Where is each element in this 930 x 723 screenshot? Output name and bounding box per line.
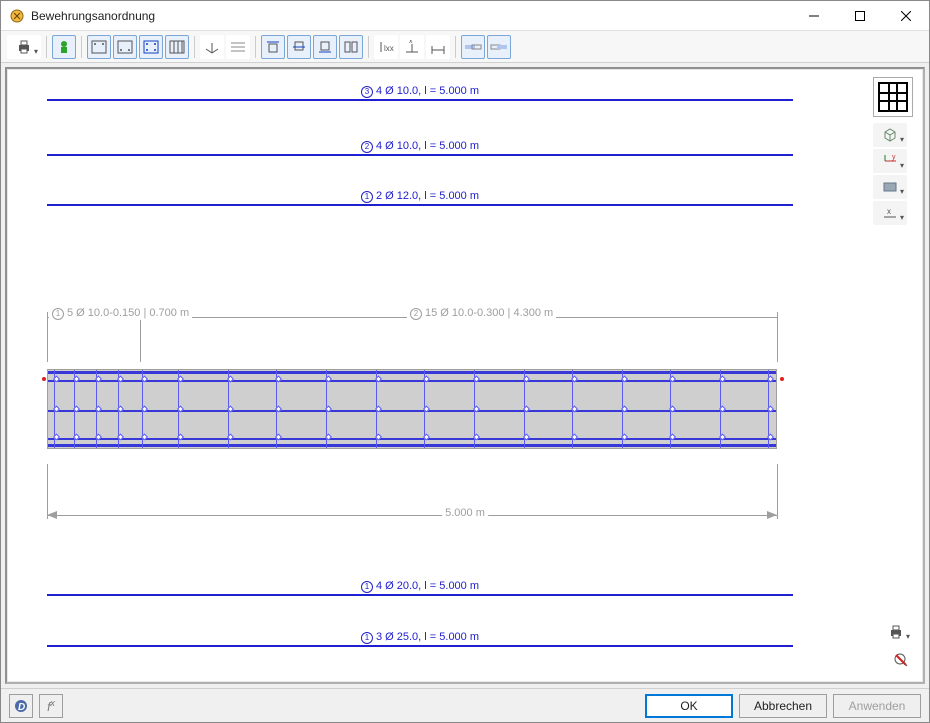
window: Bewehrungsanordnung ▾ lxx x xyxy=(0,0,930,723)
dim-button[interactable] xyxy=(426,35,450,59)
close-button[interactable] xyxy=(883,1,929,31)
beam-section xyxy=(47,369,777,449)
drawing-canvas[interactable]: 34 Ø 10.0, l = 5.000 m 24 Ø 10.0, l = 5.… xyxy=(7,69,923,682)
view-axes-button[interactable]: y▾ xyxy=(873,149,907,173)
rebar-top-1: 12 Ø 12.0, l = 5.000 m xyxy=(47,204,793,206)
canvas-reset-button[interactable] xyxy=(889,648,913,672)
lap-2-button[interactable] xyxy=(487,35,511,59)
apply-button[interactable]: Anwenden xyxy=(833,694,921,718)
support-right-icon xyxy=(780,377,784,381)
long-button[interactable] xyxy=(226,35,250,59)
spacing-dim-1: 15 Ø 10.0-0.150 | 0.700 m xyxy=(49,307,192,320)
section-1-button[interactable] xyxy=(87,35,111,59)
spacing-dim-2: 215 Ø 10.0-0.300 | 4.300 m xyxy=(407,307,556,320)
rebar-top-2: 24 Ø 10.0, l = 5.000 m xyxy=(47,154,793,156)
view-shade-button[interactable]: ▾ xyxy=(873,175,907,199)
rebar-bottom-1: 14 Ø 20.0, l = 5.000 m xyxy=(47,594,793,596)
view-ortho-button[interactable]: x▾ xyxy=(873,201,907,225)
ok-button[interactable]: OK xyxy=(645,694,733,718)
app-icon xyxy=(9,8,25,24)
canvas-bottom-tools: ▾ xyxy=(879,620,913,672)
window-title: Bewehrungsanordnung xyxy=(31,9,155,23)
scope-button[interactable] xyxy=(52,35,76,59)
svg-text:y: y xyxy=(892,154,896,161)
section-2-button[interactable] xyxy=(113,35,137,59)
length-dim-label: 5.000 m xyxy=(442,507,488,519)
axis-button[interactable] xyxy=(200,35,224,59)
align-3-button[interactable] xyxy=(313,35,337,59)
rebar-bottom-2: 13 Ø 25.0, l = 5.000 m xyxy=(47,645,793,647)
section-thumb-icon[interactable] xyxy=(873,77,913,117)
align-1-button[interactable] xyxy=(261,35,285,59)
maximize-button[interactable] xyxy=(837,1,883,31)
view-3d-button[interactable]: ▾ xyxy=(873,123,907,147)
canvas-area: 34 Ø 10.0, l = 5.000 m 24 Ø 10.0, l = 5.… xyxy=(1,63,929,688)
svg-text:x: x xyxy=(887,207,891,216)
footer: D fx OK Abbrechen Anwenden xyxy=(1,688,929,722)
length-dim-line xyxy=(47,515,777,516)
svg-text:lxx: lxx xyxy=(384,44,394,53)
anchor-button[interactable]: lxx xyxy=(374,35,398,59)
toolbar: ▾ lxx x xyxy=(1,31,929,63)
spacing-button[interactable]: x xyxy=(400,35,424,59)
rebar-top-3: 34 Ø 10.0, l = 5.000 m xyxy=(47,99,793,101)
align-4-button[interactable] xyxy=(339,35,363,59)
lap-1-button[interactable] xyxy=(461,35,485,59)
svg-text:D: D xyxy=(18,702,25,713)
help-button[interactable]: D xyxy=(9,694,33,718)
svg-text:x: x xyxy=(409,40,413,45)
section-4-button[interactable] xyxy=(165,35,189,59)
section-3-button[interactable] xyxy=(139,35,163,59)
titlebar: Bewehrungsanordnung xyxy=(1,1,929,31)
align-2-button[interactable] xyxy=(287,35,311,59)
cancel-button[interactable]: Abbrechen xyxy=(739,694,827,718)
canvas-print-button[interactable]: ▾ xyxy=(879,620,913,644)
support-left-icon xyxy=(42,377,46,381)
fx-button[interactable]: fx xyxy=(39,694,63,718)
view-tools: ▾ y▾ ▾ x▾ xyxy=(873,77,913,225)
print-button[interactable]: ▾ xyxy=(7,35,41,59)
minimize-button[interactable] xyxy=(791,1,837,31)
